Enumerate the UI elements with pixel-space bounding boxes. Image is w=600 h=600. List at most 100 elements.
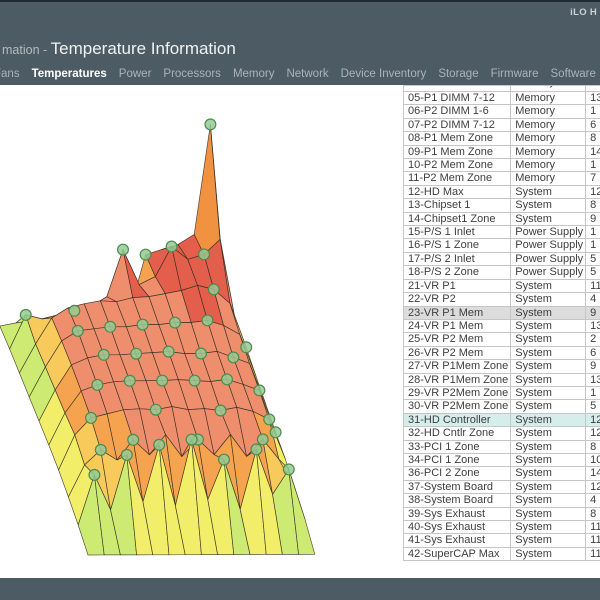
cell-sensor: 12-HD Max: [404, 185, 511, 198]
cell-sensor: 18-P/S 2 Zone: [404, 266, 511, 279]
table-row[interactable]: 25-VR P2 MemSystem21: [404, 333, 600, 346]
table-row[interactable]: 32-HD Cntlr ZoneSystem121: [404, 427, 600, 440]
cell-location: Memory: [511, 172, 586, 185]
cell-x: 11: [586, 534, 600, 547]
cell-sensor: 37-System Board: [404, 480, 511, 493]
cell-sensor: 23-VR P1 Mem: [404, 306, 511, 319]
sensor-point: [241, 342, 252, 353]
cell-x: 6: [586, 118, 600, 131]
cell-x: 13: [586, 373, 600, 386]
table-row[interactable]: 30-VR P2Mem ZoneSystem50: [404, 400, 600, 413]
table-row[interactable]: 17-P/S 2 InletPower Supply51: [404, 252, 600, 265]
sensor-point: [163, 346, 174, 357]
table-row[interactable]: 37-System BoardSystem126: [404, 480, 600, 493]
tab-storage[interactable]: Storage: [432, 68, 484, 80]
cell-x: 11: [586, 279, 600, 292]
cell-sensor: 24-VR P1 Mem: [404, 319, 511, 332]
table-row[interactable]: 07-P2 DIMM 7-12Memory64: [404, 118, 600, 131]
cell-x: 1: [586, 226, 600, 239]
table-row[interactable]: 38-System BoardSystem46: [404, 494, 600, 507]
cell-location: System: [511, 427, 586, 440]
table-row[interactable]: 33-PCI 1 ZoneSystem81: [404, 440, 600, 453]
cell-location: Memory: [511, 105, 586, 118]
sensor-point: [215, 405, 226, 416]
table-row[interactable]: 42-SuperCAP MaxSystem111: [404, 547, 600, 560]
cell-sensor: 16-P/S 1 Zone: [404, 239, 511, 252]
table-row[interactable]: 26-VR P2 MemSystem61: [404, 346, 600, 359]
sensor-point: [121, 450, 132, 461]
tab-fans[interactable]: Fans: [0, 68, 26, 80]
table-row[interactable]: 14-Chipset1 ZoneSystem91: [404, 212, 600, 225]
table-row[interactable]: 28-VR P1Mem ZoneSystem130: [404, 373, 600, 386]
cell-location: System: [511, 346, 586, 359]
cell-location: System: [511, 440, 586, 453]
table-row[interactable]: 11-P2 Mem ZoneMemory77: [404, 172, 600, 185]
tab-processors[interactable]: Processors: [157, 68, 227, 80]
cell-location: System: [511, 333, 586, 346]
sensor-point: [166, 241, 177, 252]
cell-x: 14: [586, 145, 600, 158]
cell-x: 13: [586, 319, 600, 332]
sensor-point: [92, 380, 103, 391]
table-row[interactable]: 13-Chipset 1System89: [404, 199, 600, 212]
table-row[interactable]: 06-P2 DIMM 1-6Memory15: [404, 105, 600, 118]
table-row[interactable]: 08-P1 Mem ZoneMemory87: [404, 132, 600, 145]
cell-location: System: [511, 212, 586, 225]
tab-power[interactable]: Power: [113, 68, 158, 80]
cell-location: Memory: [511, 145, 586, 158]
table-row[interactable]: 10-P2 Mem ZoneMemory16: [404, 159, 600, 172]
cell-location: Power Supply: [511, 226, 586, 239]
cell-x: 5: [586, 266, 600, 279]
cell-x: 4: [586, 494, 600, 507]
sensor-point: [219, 454, 230, 465]
cell-location: System: [511, 293, 586, 306]
sensor-point: [150, 404, 161, 415]
tab-firmware[interactable]: Firmware: [485, 68, 545, 80]
table-row[interactable]: 22-VR P2System41: [404, 293, 600, 306]
cell-x: 5: [586, 400, 600, 413]
table-row[interactable]: 05-P1 DIMM 7-12Memory135: [404, 92, 600, 105]
table-row[interactable]: 24-VR P1 MemSystem131: [404, 319, 600, 332]
table-row[interactable]: 16-P/S 1 ZonePower Supply18: [404, 239, 600, 252]
sensor-point: [118, 244, 129, 255]
cell-sensor: 13-Chipset 1: [404, 199, 511, 212]
cell-x: 12: [586, 480, 600, 493]
cell-x: 12: [586, 427, 600, 440]
table-row[interactable]: 31-HD ControllerSystem121: [404, 413, 600, 426]
sensor-point: [131, 348, 142, 359]
tab-memory[interactable]: Memory: [227, 68, 281, 80]
tab-device-inventory[interactable]: Device Inventory: [335, 68, 433, 80]
table-row[interactable]: 36-PCI 2 ZoneSystem141: [404, 467, 600, 480]
cell-sensor: 17-P/S 2 Inlet: [404, 252, 511, 265]
table-row[interactable]: 41-Sys ExhaustSystem111: [404, 534, 600, 547]
cell-x: 9: [586, 212, 600, 225]
cell-location: System: [511, 547, 586, 560]
table-row[interactable]: 40-Sys ExhaustSystem111: [404, 521, 600, 534]
table-row[interactable]: 15-P/S 1 InletPower Supply11: [404, 226, 600, 239]
cell-sensor: 14-Chipset1 Zone: [404, 212, 511, 225]
cell-x: 11: [586, 547, 600, 560]
table-row[interactable]: 34-PCI 1 ZoneSystem101: [404, 453, 600, 466]
sensor-point: [189, 375, 200, 386]
temperature-surface-chart[interactable]: [0, 85, 390, 580]
table-row[interactable]: 29-VR P2Mem ZoneSystem10: [404, 386, 600, 399]
surface-plot-svg: [0, 85, 390, 580]
sensor-point: [95, 445, 106, 456]
tab-software[interactable]: Software: [545, 68, 600, 80]
cell-x: 1: [586, 239, 600, 252]
cell-sensor: 34-PCI 1 Zone: [404, 453, 511, 466]
tab-network[interactable]: Network: [280, 68, 334, 80]
table-row[interactable]: 12-HD MaxSystem120: [404, 185, 600, 198]
table-row[interactable]: 39-Sys ExhaustSystem81: [404, 507, 600, 520]
cell-location: Power Supply: [511, 252, 586, 265]
table-row[interactable]: 21-VR P1System111: [404, 279, 600, 292]
page-footer: [0, 578, 600, 600]
table-row[interactable]: 09-P1 Mem ZoneMemory146: [404, 145, 600, 158]
sensor-point: [228, 352, 239, 363]
top-border-line: [0, 0, 600, 2]
tab-temperatures[interactable]: Temperatures: [26, 68, 113, 80]
cell-x: 5: [586, 252, 600, 265]
table-row[interactable]: 18-P/S 2 ZonePower Supply57: [404, 266, 600, 279]
table-row[interactable]: 23-VR P1 MemSystem99: [404, 306, 600, 319]
table-row[interactable]: 27-VR P1Mem ZoneSystem90: [404, 360, 600, 373]
